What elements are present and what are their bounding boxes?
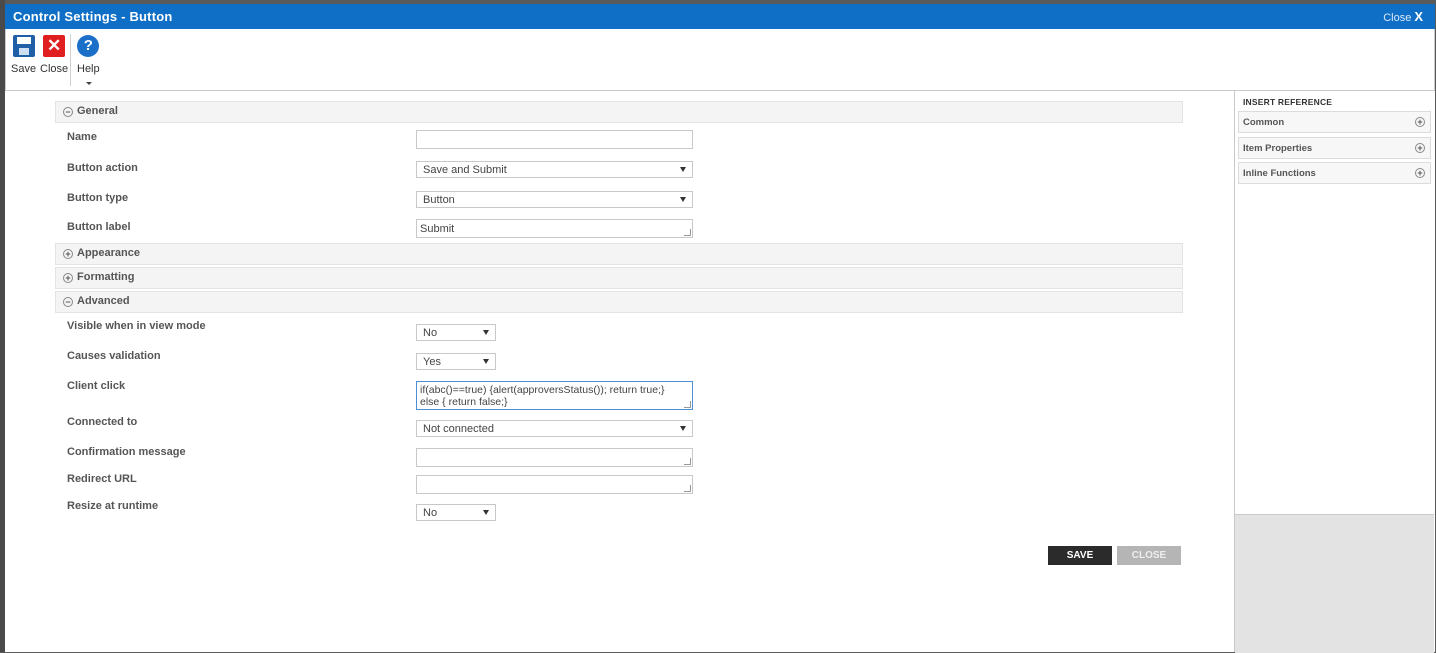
- resize-grip-icon[interactable]: [684, 458, 691, 465]
- ribbon-save-button[interactable]: Save: [11, 35, 36, 75]
- insert-reference-title: INSERT REFERENCE: [1243, 97, 1333, 107]
- button-type-select[interactable]: Button: [416, 191, 693, 208]
- section-advanced-label: Advanced: [77, 295, 130, 307]
- collapse-icon: −: [63, 107, 73, 117]
- button-label-input[interactable]: Submit: [416, 219, 693, 238]
- save-button[interactable]: SAVE: [1048, 546, 1112, 565]
- settings-form: − General Name Button action Save and Su…: [5, 91, 1234, 652]
- close-button[interactable]: CLOSE: [1117, 546, 1181, 565]
- client-click-value: if(abc()==true) {alert(approversStatus()…: [420, 384, 665, 408]
- dialog-title: Control Settings - Button: [13, 9, 173, 24]
- resize-grip-icon[interactable]: [684, 485, 691, 492]
- ribbon-close-button[interactable]: ✕ Close: [40, 35, 68, 75]
- ribbon-toolbar: Save ✕ Close ? Help: [5, 29, 1435, 91]
- save-icon: [12, 35, 35, 57]
- dialog-titlebar: Control Settings - Button Close X: [5, 4, 1435, 29]
- dropdown-arrow-icon: [483, 510, 489, 515]
- causes-validation-label: Causes validation: [67, 350, 161, 362]
- connected-to-label: Connected to: [67, 416, 138, 428]
- confirmation-message-input[interactable]: [416, 448, 693, 467]
- titlebar-close-link[interactable]: Close X: [1383, 9, 1423, 24]
- resize-runtime-value: No: [423, 507, 438, 519]
- dropdown-arrow-icon: [483, 330, 489, 335]
- control-settings-dialog: Control Settings - Button Close X Save ✕ …: [5, 4, 1435, 653]
- expand-icon: +: [1415, 117, 1425, 127]
- section-appearance-label: Appearance: [77, 247, 140, 259]
- button-action-select[interactable]: Save and Submit: [416, 161, 693, 178]
- help-icon: ?: [77, 35, 100, 57]
- section-formatting-label: Formatting: [77, 271, 135, 283]
- client-click-textarea[interactable]: if(abc()==true) {alert(approversStatus()…: [416, 381, 693, 410]
- redirect-url-input[interactable]: [416, 475, 693, 494]
- section-general-label: General: [77, 105, 118, 117]
- ribbon-save-label: Save: [11, 63, 37, 75]
- insert-reference-item-label: Inline Functions: [1243, 168, 1316, 179]
- causes-validation-value: Yes: [423, 356, 441, 368]
- insert-reference-panel: INSERT REFERENCE Common + Item Propertie…: [1234, 91, 1434, 653]
- close-icon: ✕: [43, 35, 66, 57]
- section-advanced-header[interactable]: − Advanced: [55, 291, 1183, 313]
- ribbon-separator: [70, 34, 71, 86]
- redirect-url-label: Redirect URL: [67, 473, 137, 485]
- client-click-label: Client click: [67, 380, 126, 392]
- ribbon-close-label: Close: [40, 63, 69, 75]
- name-label: Name: [67, 131, 97, 143]
- resize-runtime-select[interactable]: No: [416, 504, 496, 521]
- insert-reference-empty-area: [1235, 514, 1434, 653]
- button-action-label: Button action: [67, 162, 138, 174]
- button-type-value: Button: [423, 194, 455, 206]
- dropdown-arrow-icon: [680, 426, 686, 431]
- dropdown-arrow-icon: [680, 167, 686, 172]
- expand-icon: +: [1415, 143, 1425, 153]
- dropdown-arrow-icon: [483, 359, 489, 364]
- section-appearance-header[interactable]: + Appearance: [55, 243, 1183, 265]
- confirmation-message-label: Confirmation message: [67, 446, 186, 458]
- section-formatting-header[interactable]: + Formatting: [55, 267, 1183, 289]
- connected-to-select[interactable]: Not connected: [416, 420, 693, 437]
- visible-view-mode-value: No: [423, 327, 438, 339]
- ribbon-help-button[interactable]: ? Help: [77, 35, 100, 75]
- visible-view-mode-select[interactable]: No: [416, 324, 496, 341]
- button-label-value: Submit: [420, 223, 455, 235]
- insert-reference-item-common[interactable]: Common +: [1238, 111, 1431, 133]
- button-action-value: Save and Submit: [423, 164, 507, 176]
- expand-icon: +: [1415, 168, 1425, 178]
- close-icon: X: [1414, 9, 1423, 24]
- expand-icon: +: [63, 249, 73, 259]
- titlebar-close-label: Close: [1383, 12, 1412, 24]
- button-type-label: Button type: [67, 192, 129, 204]
- insert-reference-item-label: Item Properties: [1243, 143, 1313, 154]
- resize-grip-icon[interactable]: [684, 229, 691, 236]
- insert-reference-item-inline-functions[interactable]: Inline Functions +: [1238, 162, 1431, 184]
- name-input[interactable]: [416, 130, 693, 149]
- collapse-icon: −: [63, 297, 73, 307]
- section-general-header[interactable]: − General: [55, 101, 1183, 123]
- insert-reference-item-label: Common: [1243, 117, 1285, 128]
- connected-to-value: Not connected: [423, 423, 494, 435]
- resize-grip-icon[interactable]: [684, 401, 691, 408]
- visible-view-mode-label: Visible when in view mode: [67, 320, 206, 332]
- resize-runtime-label: Resize at runtime: [67, 500, 159, 512]
- chevron-down-icon[interactable]: [86, 82, 92, 85]
- causes-validation-select[interactable]: Yes: [416, 353, 496, 370]
- ribbon-help-label: Help: [77, 63, 100, 75]
- button-label-label: Button label: [67, 221, 131, 233]
- insert-reference-item-properties[interactable]: Item Properties +: [1238, 137, 1431, 159]
- expand-icon: +: [63, 273, 73, 283]
- dropdown-arrow-icon: [680, 197, 686, 202]
